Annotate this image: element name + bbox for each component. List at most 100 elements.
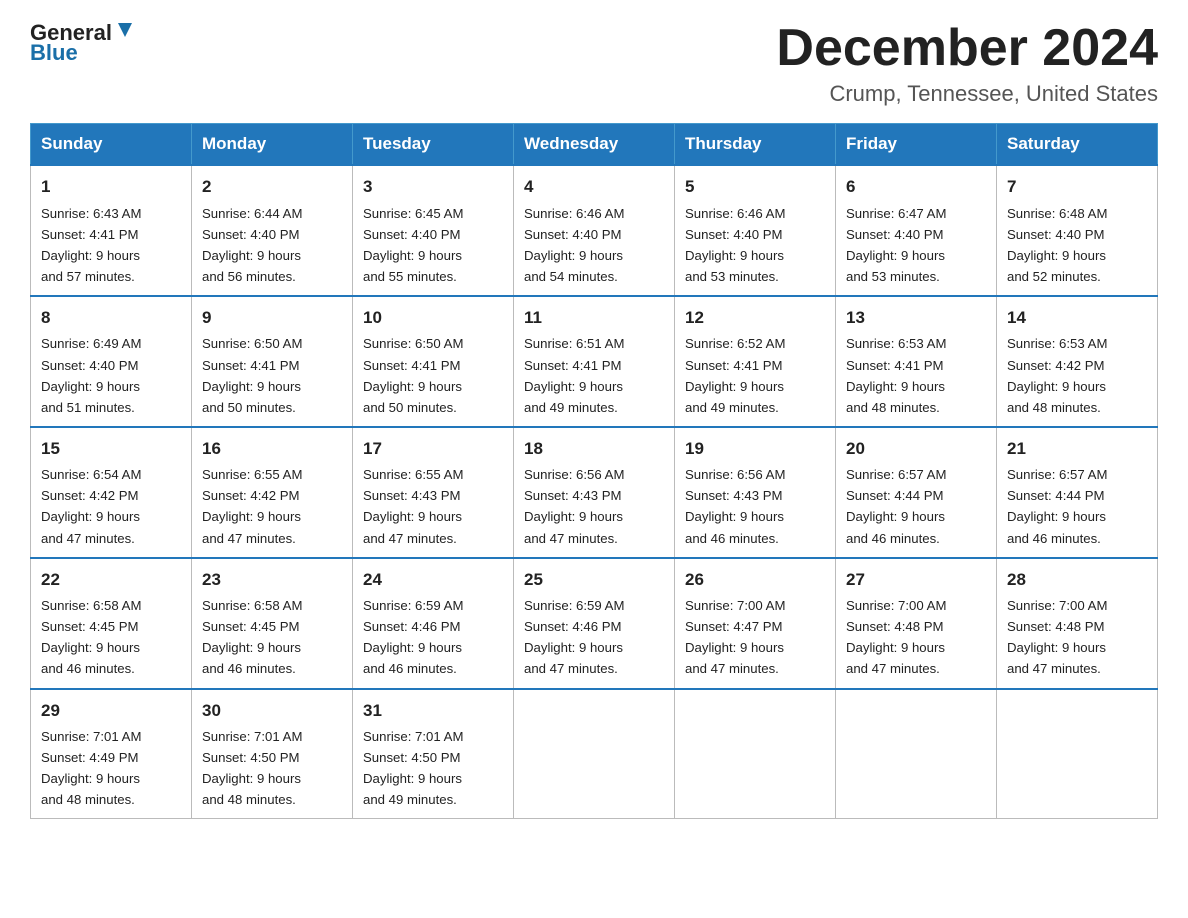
day-info: Sunrise: 6:59 AMSunset: 4:46 PMDaylight:… xyxy=(363,595,503,680)
calendar-cell: 6 Sunrise: 6:47 AMSunset: 4:40 PMDaylight… xyxy=(836,165,997,296)
title-block: December 2024 Crump, Tennessee, United S… xyxy=(776,20,1158,107)
calendar-cell: 4 Sunrise: 6:46 AMSunset: 4:40 PMDaylight… xyxy=(514,165,675,296)
day-info: Sunrise: 7:00 AMSunset: 4:47 PMDaylight:… xyxy=(685,595,825,680)
calendar-cell: 25Sunrise: 6:59 AMSunset: 4:46 PMDayligh… xyxy=(514,558,675,689)
day-number: 22 xyxy=(41,567,181,593)
day-info: Sunrise: 6:43 AMSunset: 4:41 PMDaylight:… xyxy=(41,203,181,288)
calendar-cell: 11Sunrise: 6:51 AMSunset: 4:41 PMDayligh… xyxy=(514,296,675,427)
calendar-cell: 3 Sunrise: 6:45 AMSunset: 4:40 PMDaylight… xyxy=(353,165,514,296)
calendar-cell: 29Sunrise: 7:01 AMSunset: 4:49 PMDayligh… xyxy=(31,689,192,819)
day-number: 17 xyxy=(363,436,503,462)
col-monday: Monday xyxy=(192,124,353,166)
calendar-cell: 15Sunrise: 6:54 AMSunset: 4:42 PMDayligh… xyxy=(31,427,192,558)
day-number: 8 xyxy=(41,305,181,331)
calendar-cell: 8Sunrise: 6:49 AMSunset: 4:40 PMDaylight… xyxy=(31,296,192,427)
logo: General Blue xyxy=(30,20,136,66)
page-header: General Blue December 2024 Crump, Tennes… xyxy=(30,20,1158,107)
calendar-cell: 19Sunrise: 6:56 AMSunset: 4:43 PMDayligh… xyxy=(675,427,836,558)
day-info: Sunrise: 6:52 AMSunset: 4:41 PMDaylight:… xyxy=(685,333,825,418)
day-info: Sunrise: 6:58 AMSunset: 4:45 PMDaylight:… xyxy=(202,595,342,680)
day-number: 12 xyxy=(685,305,825,331)
day-number: 4 xyxy=(524,174,664,200)
calendar-week-2: 8Sunrise: 6:49 AMSunset: 4:40 PMDaylight… xyxy=(31,296,1158,427)
day-number: 13 xyxy=(846,305,986,331)
day-info: Sunrise: 7:01 AMSunset: 4:50 PMDaylight:… xyxy=(363,726,503,811)
day-number: 28 xyxy=(1007,567,1147,593)
day-info: Sunrise: 6:55 AMSunset: 4:43 PMDaylight:… xyxy=(363,464,503,549)
day-info: Sunrise: 6:54 AMSunset: 4:42 PMDaylight:… xyxy=(41,464,181,549)
location: Crump, Tennessee, United States xyxy=(776,81,1158,107)
calendar-cell xyxy=(997,689,1158,819)
col-saturday: Saturday xyxy=(997,124,1158,166)
day-number: 6 xyxy=(846,174,986,200)
day-number: 5 xyxy=(685,174,825,200)
day-info: Sunrise: 7:01 AMSunset: 4:49 PMDaylight:… xyxy=(41,726,181,811)
calendar-cell: 13Sunrise: 6:53 AMSunset: 4:41 PMDayligh… xyxy=(836,296,997,427)
day-number: 20 xyxy=(846,436,986,462)
col-sunday: Sunday xyxy=(31,124,192,166)
calendar-cell: 9Sunrise: 6:50 AMSunset: 4:41 PMDaylight… xyxy=(192,296,353,427)
day-info: Sunrise: 6:53 AMSunset: 4:41 PMDaylight:… xyxy=(846,333,986,418)
calendar-week-5: 29Sunrise: 7:01 AMSunset: 4:49 PMDayligh… xyxy=(31,689,1158,819)
calendar-cell: 30Sunrise: 7:01 AMSunset: 4:50 PMDayligh… xyxy=(192,689,353,819)
day-info: Sunrise: 6:59 AMSunset: 4:46 PMDaylight:… xyxy=(524,595,664,680)
day-number: 21 xyxy=(1007,436,1147,462)
calendar-cell: 21Sunrise: 6:57 AMSunset: 4:44 PMDayligh… xyxy=(997,427,1158,558)
logo-arrow-icon xyxy=(114,19,136,41)
calendar-cell: 10Sunrise: 6:50 AMSunset: 4:41 PMDayligh… xyxy=(353,296,514,427)
calendar-cell: 18Sunrise: 6:56 AMSunset: 4:43 PMDayligh… xyxy=(514,427,675,558)
calendar-week-4: 22Sunrise: 6:58 AMSunset: 4:45 PMDayligh… xyxy=(31,558,1158,689)
day-number: 16 xyxy=(202,436,342,462)
day-info: Sunrise: 6:46 AMSunset: 4:40 PMDaylight:… xyxy=(524,203,664,288)
calendar-week-1: 1 Sunrise: 6:43 AMSunset: 4:41 PMDaylight… xyxy=(31,165,1158,296)
calendar-cell: 14Sunrise: 6:53 AMSunset: 4:42 PMDayligh… xyxy=(997,296,1158,427)
header-row: Sunday Monday Tuesday Wednesday Thursday… xyxy=(31,124,1158,166)
day-number: 9 xyxy=(202,305,342,331)
day-number: 23 xyxy=(202,567,342,593)
day-info: Sunrise: 6:57 AMSunset: 4:44 PMDaylight:… xyxy=(1007,464,1147,549)
day-info: Sunrise: 6:58 AMSunset: 4:45 PMDaylight:… xyxy=(41,595,181,680)
day-info: Sunrise: 6:51 AMSunset: 4:41 PMDaylight:… xyxy=(524,333,664,418)
day-number: 10 xyxy=(363,305,503,331)
day-number: 29 xyxy=(41,698,181,724)
day-info: Sunrise: 6:55 AMSunset: 4:42 PMDaylight:… xyxy=(202,464,342,549)
day-number: 27 xyxy=(846,567,986,593)
day-number: 14 xyxy=(1007,305,1147,331)
day-info: Sunrise: 6:56 AMSunset: 4:43 PMDaylight:… xyxy=(685,464,825,549)
calendar-cell: 17Sunrise: 6:55 AMSunset: 4:43 PMDayligh… xyxy=(353,427,514,558)
calendar-cell xyxy=(675,689,836,819)
col-tuesday: Tuesday xyxy=(353,124,514,166)
calendar-cell: 26Sunrise: 7:00 AMSunset: 4:47 PMDayligh… xyxy=(675,558,836,689)
day-number: 3 xyxy=(363,174,503,200)
day-info: Sunrise: 7:00 AMSunset: 4:48 PMDaylight:… xyxy=(1007,595,1147,680)
day-info: Sunrise: 6:57 AMSunset: 4:44 PMDaylight:… xyxy=(846,464,986,549)
calendar-cell: 22Sunrise: 6:58 AMSunset: 4:45 PMDayligh… xyxy=(31,558,192,689)
day-number: 26 xyxy=(685,567,825,593)
day-number: 11 xyxy=(524,305,664,331)
calendar-cell: 20Sunrise: 6:57 AMSunset: 4:44 PMDayligh… xyxy=(836,427,997,558)
calendar-cell: 31Sunrise: 7:01 AMSunset: 4:50 PMDayligh… xyxy=(353,689,514,819)
day-info: Sunrise: 6:45 AMSunset: 4:40 PMDaylight:… xyxy=(363,203,503,288)
logo-text-blue: Blue xyxy=(30,40,78,66)
calendar-cell: 23Sunrise: 6:58 AMSunset: 4:45 PMDayligh… xyxy=(192,558,353,689)
day-info: Sunrise: 6:46 AMSunset: 4:40 PMDaylight:… xyxy=(685,203,825,288)
calendar-cell: 7 Sunrise: 6:48 AMSunset: 4:40 PMDaylight… xyxy=(997,165,1158,296)
calendar-cell: 2Sunrise: 6:44 AMSunset: 4:40 PMDaylight… xyxy=(192,165,353,296)
calendar-cell: 1 Sunrise: 6:43 AMSunset: 4:41 PMDaylight… xyxy=(31,165,192,296)
day-info: Sunrise: 6:49 AMSunset: 4:40 PMDaylight:… xyxy=(41,333,181,418)
day-number: 25 xyxy=(524,567,664,593)
calendar-cell: 27Sunrise: 7:00 AMSunset: 4:48 PMDayligh… xyxy=(836,558,997,689)
day-info: Sunrise: 6:50 AMSunset: 4:41 PMDaylight:… xyxy=(202,333,342,418)
day-number: 1 xyxy=(41,174,181,200)
day-info: Sunrise: 6:44 AMSunset: 4:40 PMDaylight:… xyxy=(202,203,342,288)
day-info: Sunrise: 7:01 AMSunset: 4:50 PMDaylight:… xyxy=(202,726,342,811)
day-number: 31 xyxy=(363,698,503,724)
col-friday: Friday xyxy=(836,124,997,166)
day-info: Sunrise: 6:47 AMSunset: 4:40 PMDaylight:… xyxy=(846,203,986,288)
day-info: Sunrise: 6:48 AMSunset: 4:40 PMDaylight:… xyxy=(1007,203,1147,288)
month-title: December 2024 xyxy=(776,20,1158,77)
col-wednesday: Wednesday xyxy=(514,124,675,166)
calendar-cell xyxy=(514,689,675,819)
day-number: 7 xyxy=(1007,174,1147,200)
calendar-cell: 24Sunrise: 6:59 AMSunset: 4:46 PMDayligh… xyxy=(353,558,514,689)
